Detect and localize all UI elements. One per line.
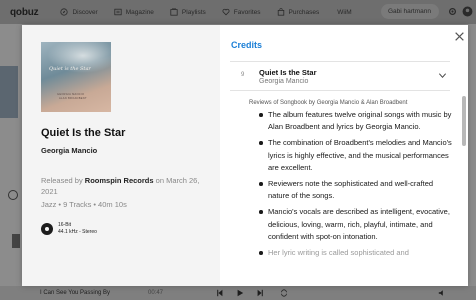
playlist-icon — [170, 8, 178, 16]
background-page-right — [468, 24, 476, 300]
repeat-icon[interactable] — [280, 289, 288, 297]
review-item: Her lyric writing is called sophisticate… — [259, 247, 455, 259]
released-prefix: Released by — [41, 176, 83, 185]
magazine-icon — [114, 8, 122, 16]
background-block — [12, 234, 20, 248]
album-track-count: 9 Tracks — [63, 200, 92, 209]
credits-track-row[interactable]: 9 Quiet Is the Star Georgia Mancio — [230, 62, 450, 90]
heart-icon — [222, 8, 230, 16]
nav-wiim-label: WiiM — [337, 8, 352, 16]
player-time: 00:47 — [148, 290, 164, 296]
nav-discover[interactable]: Discover — [60, 8, 98, 16]
nav-playlists-label: Playlists — [181, 8, 206, 16]
nav-magazine-label: Magazine — [125, 8, 154, 16]
play-icon[interactable] — [236, 289, 244, 297]
credits-heading: Credits — [231, 40, 263, 50]
player-bar: I Can See You Passing By 00:47 — [0, 286, 476, 300]
nav-playlists[interactable]: Playlists — [170, 8, 206, 16]
nav-purchases[interactable]: Purchases — [277, 8, 320, 16]
next-icon[interactable] — [256, 289, 264, 297]
review-list: The album features twelve original songs… — [259, 109, 455, 263]
scrollbar-thumb[interactable] — [462, 96, 466, 146]
album-cover: Quiet is the Star GEORGIA MANCIO ALAN BR… — [41, 42, 111, 112]
qobuz-logo[interactable]: qobuz — [10, 7, 39, 18]
quality-bit-depth: 16-Bit — [58, 222, 72, 228]
divider — [230, 90, 450, 91]
cover-title: Quiet is the Star — [49, 66, 91, 72]
previous-icon[interactable] — [216, 289, 224, 297]
gear-icon[interactable] — [448, 7, 457, 16]
background-album-tile — [0, 66, 18, 118]
player-track-title[interactable]: I Can See You Passing By — [40, 290, 110, 296]
review-item: The combination of Broadbent's melodies … — [259, 137, 455, 174]
nav-discover-label: Discover — [72, 8, 98, 16]
search-value: Gabi hartmann — [388, 8, 431, 15]
nav-favorites-label: Favorites — [233, 8, 261, 16]
album-title: Quiet Is the Star — [41, 127, 126, 139]
background-radio-icon — [8, 190, 18, 200]
track-artist: Georgia Mancio — [259, 78, 309, 85]
nav-magazine[interactable]: Magazine — [114, 8, 154, 16]
close-button[interactable] — [454, 31, 465, 42]
album-meta: Jazz • 9 Tracks • 40m 10s — [41, 200, 127, 209]
scroll-fade — [230, 261, 460, 286]
search-input[interactable]: Gabi hartmann — [381, 4, 439, 19]
chevron-down-icon[interactable] — [438, 71, 447, 80]
audio-quality: 16-Bit 44.1 kHz - Stereo — [41, 222, 97, 236]
cover-artist: GEORGIA MANCIO — [57, 93, 85, 96]
album-duration: 40m 10s — [98, 200, 127, 209]
review-item: Mancio's vocals are described as intelli… — [259, 206, 455, 243]
user-avatar-icon[interactable] — [462, 6, 473, 17]
cd-quality-icon — [41, 223, 53, 235]
close-icon — [455, 32, 464, 41]
quality-sample-rate: 44.1 kHz - Stereo — [58, 229, 97, 235]
record-label-link[interactable]: Roomspin Records — [85, 176, 154, 185]
album-genre[interactable]: Jazz — [41, 200, 56, 209]
album-artist[interactable]: Georgia Mancio — [41, 146, 97, 155]
reviews-heading: Reviews of Songbook by Georgia Mancio & … — [249, 100, 408, 106]
credits-modal: Quiet is the Star GEORGIA MANCIO ALAN BR… — [22, 25, 468, 286]
review-item: The album features twelve original songs… — [259, 109, 455, 133]
nav-wiim[interactable]: WiiM — [337, 9, 351, 16]
nav-favorites[interactable]: Favorites — [222, 8, 261, 16]
release-info: Released by Roomspin Records on March 26… — [41, 175, 206, 197]
compass-icon — [60, 8, 69, 16]
bag-icon — [277, 8, 285, 16]
album-info-panel: Quiet is the Star GEORGIA MANCIO ALAN BR… — [22, 25, 220, 286]
nav-purchases-label: Purchases — [288, 8, 320, 16]
volume-icon[interactable] — [438, 289, 446, 297]
track-title: Quiet Is the Star — [259, 68, 317, 77]
cover-artist-2: ALAN BROADBENT — [59, 97, 87, 100]
track-number: 9 — [241, 72, 245, 78]
review-item: Reviewers note the sophisticated and wel… — [259, 178, 455, 202]
